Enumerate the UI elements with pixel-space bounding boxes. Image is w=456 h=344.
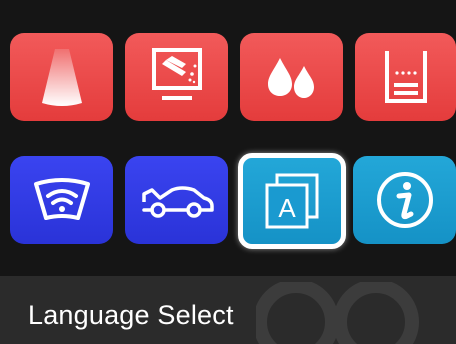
brand-watermark-icon [253,279,446,344]
info-tile[interactable] [353,156,456,244]
washer-fluid-tile[interactable] [240,33,343,121]
footer-bar: Language Select [0,276,456,344]
page-title: Language Select [28,300,234,330]
screen-cleaning-icon [142,46,212,108]
screen-clean-tile[interactable] [125,33,228,121]
menu-grid: A [0,0,456,276]
windshield-wifi-icon [32,176,92,224]
fluid-level-tile[interactable] [355,33,456,121]
info-icon [373,168,437,232]
car-icon [138,180,216,220]
light-tile[interactable] [10,33,113,121]
fluid-level-icon [383,47,429,107]
svg-text:A: A [278,193,296,223]
language-tile[interactable]: A [238,153,346,249]
light-beam-icon [38,47,86,107]
language-letter-a-icon: A [263,171,321,231]
windshield-tile[interactable] [10,156,113,244]
car-tile[interactable] [125,156,228,244]
water-drops-icon [262,52,322,102]
